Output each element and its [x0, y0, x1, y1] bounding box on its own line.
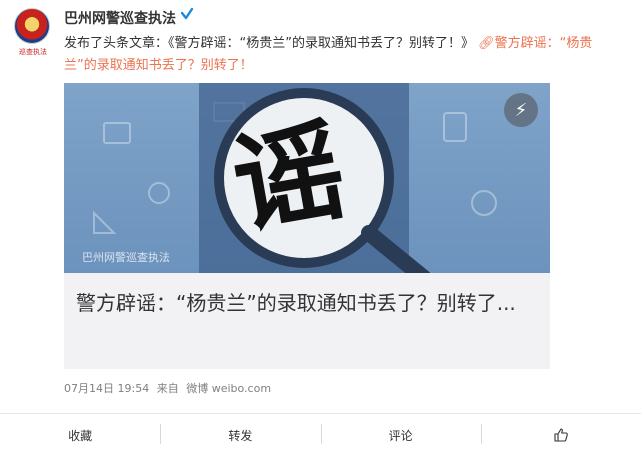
- post-from: 来自: [156, 382, 179, 395]
- favorite-button[interactable]: 收藏: [0, 414, 160, 456]
- link-icon[interactable]: 🔗︎: [478, 36, 495, 51]
- article-title-quoted: 《警方辟谣：“杨贵兰”的录取通知书丢了？别转了！》: [168, 36, 474, 51]
- comment-label: 评论: [388, 428, 413, 443]
- cover-character: 谣: [223, 105, 355, 251]
- cover-watermark: 巴州网警巡查执法: [82, 251, 170, 264]
- article-cover-image[interactable]: 谣 巴州网警巡查执法 ⚡︎: [64, 83, 550, 273]
- verified-icon: [180, 7, 194, 20]
- avatar[interactable]: [14, 8, 50, 44]
- like-button[interactable]: [480, 414, 641, 456]
- post-text: 发布了头条文章：《警方辟谣：“杨贵兰”的录取通知书丢了？别转了！》 🔗︎警方辟谣…: [64, 33, 624, 77]
- post-prefix: 发布了头条文章：: [64, 36, 169, 51]
- lightning-icon[interactable]: ⚡︎: [504, 93, 538, 127]
- action-bar: 收藏 转发 评论: [0, 414, 641, 456]
- repost-label: 转发: [228, 428, 253, 443]
- article-card-title[interactable]: 警方辟谣：“杨贵兰”的录取通知书丢了？别转了...: [76, 289, 516, 317]
- thumbs-up-icon: [554, 428, 568, 442]
- post-meta: 07月14日 19:54 来自 微博 weibo.com: [64, 380, 275, 396]
- author-name[interactable]: 巴州网警巡查执法: [64, 8, 176, 28]
- article-card[interactable]: 谣 巴州网警巡查执法 ⚡︎ 警方辟谣：“杨贵兰”的录取通知书丢了？别转了...: [64, 83, 550, 369]
- repost-button[interactable]: 转发: [160, 414, 320, 456]
- favorite-label: 收藏: [68, 428, 93, 443]
- comment-button[interactable]: 评论: [320, 414, 481, 456]
- avatar-caption: 巡查执法: [19, 48, 47, 56]
- post-date[interactable]: 07月14日 19:54: [64, 382, 149, 395]
- post-source[interactable]: 微博 weibo.com: [186, 382, 271, 395]
